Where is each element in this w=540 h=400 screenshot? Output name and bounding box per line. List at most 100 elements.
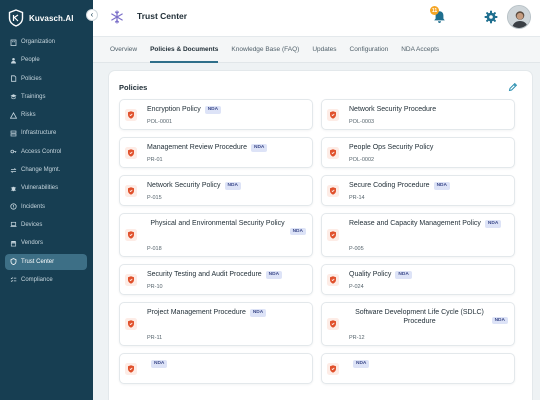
policy-card[interactable]: Release and Capacity Management Policy ND… — [321, 213, 515, 257]
policy-shield-icon — [327, 108, 339, 121]
policy-card[interactable]: Network Security Procedure POL-0003 — [321, 99, 515, 130]
policy-title-text: Network Security Policy — [147, 182, 221, 189]
policy-card[interactable]: Network Security Policy NDA P-015 — [119, 175, 313, 206]
policy-title-text: Network Security Procedure — [349, 106, 437, 113]
policy-title: Release and Capacity Management Policy ND… — [349, 219, 508, 229]
nda-badge: NDA — [353, 360, 370, 369]
policy-title-text: People Ops Security Policy — [349, 144, 434, 151]
policy-code: PR-14 — [349, 195, 365, 201]
sidebar-item-label: Vendors — [21, 240, 44, 247]
sidebar-item-infrastructure[interactable]: Infrastructure — [5, 125, 87, 141]
policy-card[interactable]: Management Review Procedure NDA PR-01 — [119, 137, 313, 168]
sidebar-item-change-mgmt[interactable]: Change Mgmt. — [5, 162, 87, 178]
policy-card[interactable]: NDA — [119, 353, 313, 384]
tab-nda-accepts[interactable]: NDA Accepts — [401, 37, 439, 63]
policy-shield-icon — [327, 318, 339, 330]
policy-card[interactable]: Quality Policy NDA P-024 — [321, 264, 515, 295]
page-title: Trust Center — [137, 11, 188, 21]
policy-title: People Ops Security Policy — [349, 143, 508, 152]
tab-bar: Overview Policies & Documents Knowledge Ba… — [93, 36, 540, 63]
sidebar-item-policies[interactable]: Policies — [5, 71, 87, 87]
policy-title: NDA — [349, 359, 508, 369]
policy-shield-icon — [125, 273, 137, 286]
notification-badge: 11 — [430, 6, 439, 15]
sidebar-item-compliance[interactable]: Compliance — [5, 272, 87, 288]
sidebar-item-organization[interactable]: Organization — [5, 34, 87, 50]
key-icon — [10, 149, 17, 154]
gear-icon[interactable] — [484, 10, 498, 24]
store-icon — [10, 240, 17, 247]
brand-name: Kuvasch.AI — [29, 13, 74, 23]
laptop-icon — [10, 222, 17, 228]
sidebar-item-trainings[interactable]: Trainings — [5, 89, 87, 105]
nda-badge: NDA — [251, 144, 268, 153]
bug-icon — [10, 186, 17, 192]
policy-shield-icon — [125, 362, 137, 375]
policy-title: Secure Coding Procedure NDA — [349, 181, 508, 191]
policy-code: P-015 — [147, 195, 162, 201]
avatar-person-icon — [508, 6, 530, 28]
sidebar-item-label: People — [21, 57, 40, 64]
nda-badge: NDA — [224, 182, 241, 191]
policy-title: Quality Policy NDA — [349, 270, 508, 280]
policy-title: Management Review Procedure NDA — [147, 143, 306, 153]
alert-icon — [10, 203, 17, 210]
policy-title-text: Secure Coding Procedure — [349, 182, 430, 189]
policy-shield-icon — [125, 184, 137, 197]
snowflake-icon — [111, 10, 123, 24]
tab-configuration[interactable]: Configuration — [350, 37, 389, 63]
nda-badge: NDA — [491, 317, 508, 324]
sidebar-item-vendors[interactable]: Vendors — [5, 235, 87, 251]
policy-code: P-018 — [147, 246, 162, 252]
sidebar-item-devices[interactable]: Devices — [5, 217, 87, 233]
policy-card[interactable]: Encryption Policy NDA POL-0001 — [119, 99, 313, 130]
policy-title: Network Security Procedure — [349, 105, 508, 114]
policy-title: Encryption Policy NDA — [147, 105, 306, 115]
collapse-sidebar-button[interactable]: ‹ — [86, 9, 98, 21]
sidebar: Kuvasch.AI ‹ Organization People Policies T… — [0, 0, 98, 400]
sidebar-item-label: Compliance — [21, 276, 53, 283]
policies-card: Policies Encryption Policy NDA POL-0001 Net… — [109, 71, 532, 400]
warning-icon — [10, 111, 17, 119]
sidebar-item-access-control[interactable]: Access Control — [5, 144, 87, 160]
policy-code: POL-0001 — [147, 119, 173, 125]
pencil-icon[interactable] — [508, 82, 518, 92]
tab-updates[interactable]: Updates — [312, 37, 336, 63]
change-icon — [10, 167, 17, 173]
sidebar-item-label: Trust Center — [21, 258, 55, 265]
tab-knowledge-base-faq[interactable]: Knowledge Base (FAQ) — [231, 37, 299, 63]
tab-overview[interactable]: Overview — [110, 37, 137, 63]
policy-title-text: Quality Policy — [349, 271, 392, 278]
policy-card[interactable]: Physical and Environmental Security Poli… — [119, 213, 313, 257]
nda-badge: NDA — [204, 106, 222, 115]
brand[interactable]: Kuvasch.AI — [8, 7, 74, 29]
sidebar-item-people[interactable]: People — [5, 52, 87, 68]
sidebar-item-trust-center[interactable]: Trust Center — [5, 253, 87, 270]
policy-shield-icon — [125, 229, 137, 241]
section-title: Policies — [119, 83, 148, 92]
policy-code: PR-01 — [147, 157, 163, 163]
policy-title-text: Physical and Environmental Security Poli… — [150, 220, 285, 227]
policy-card[interactable]: Secure Coding Procedure NDA PR-14 — [321, 175, 515, 206]
policy-card[interactable]: Software Development Life Cycle (SDLC) P… — [321, 302, 515, 346]
nda-badge: NDA — [484, 220, 502, 229]
policy-card[interactable]: Security Testing and Audit Procedure NDA P… — [119, 264, 313, 295]
policy-code: PR-11 — [147, 335, 163, 341]
sidebar-item-label: Policies — [21, 75, 42, 82]
policy-title-text: Project Management Procedure — [147, 309, 246, 316]
sidebar-item-label: Devices — [21, 221, 43, 228]
sidebar-item-incidents[interactable]: Incidents — [5, 199, 87, 215]
shield-logo-icon — [8, 9, 24, 27]
tab-policies-documents[interactable]: Policies & Documents — [150, 37, 219, 63]
sidebar-item-risks[interactable]: Risks — [5, 107, 87, 123]
policy-card[interactable]: NDA — [321, 353, 515, 384]
sidebar-item-label: Vulnerabilities — [21, 185, 59, 192]
policy-card[interactable]: Project Management Procedure NDA PR-11 — [119, 302, 313, 346]
user-avatar[interactable] — [507, 5, 531, 29]
policy-shield-icon — [125, 146, 137, 159]
policy-title: NDA — [147, 359, 306, 369]
checklist-icon — [10, 277, 17, 283]
policy-card[interactable]: People Ops Security Policy POL-0002 — [321, 137, 515, 168]
policy-title: Security Testing and Audit Procedure NDA — [147, 270, 306, 280]
sidebar-item-vulnerabilities[interactable]: Vulnerabilities — [5, 180, 87, 196]
